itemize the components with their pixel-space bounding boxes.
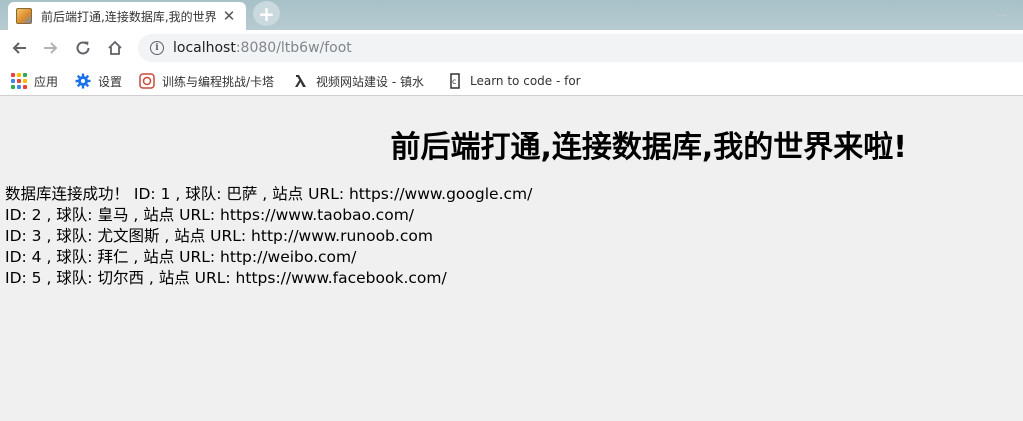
home-button[interactable] [104, 37, 126, 59]
bookmark-label: 视频网站建设 - 镇水 [316, 74, 424, 89]
bookmark-video-site[interactable]: 视频网站建设 - 镇水 [293, 72, 432, 90]
bookmark-label: Learn to code - for [470, 74, 581, 88]
address-bar[interactable]: i localhost:8080/ltb6w/foot [138, 34, 1023, 62]
apps-grid-icon [11, 73, 27, 89]
window-controls[interactable]: ... [997, 6, 1008, 19]
gear-icon [75, 73, 91, 89]
list-item: ID: 4 , 球队: 拜仁 , 站点 URL: http://weibo.co… [5, 248, 357, 266]
new-tab-button[interactable]: + [253, 1, 280, 26]
close-icon[interactable]: ✕ [220, 7, 238, 25]
home-icon [108, 40, 122, 55]
list-item: 数据库连接成功！ ID: 1 , 球队: 巴萨 , 站点 URL: https:… [5, 185, 533, 203]
info-icon[interactable]: i [150, 41, 164, 55]
bookmark-codewars[interactable]: 训练与编程挑战/卡塔 [139, 72, 274, 90]
url-host: localhost [173, 40, 236, 56]
list-item: ID: 2 , 球队: 皇马 , 站点 URL: https://www.tao… [5, 206, 415, 224]
freecodecamp-icon: c [450, 73, 460, 89]
bookmark-label: 设置 [98, 74, 123, 89]
forward-button[interactable] [40, 37, 62, 59]
bookmark-apps[interactable]: 应用 [11, 72, 58, 90]
browser-tab[interactable]: 前后端打通,连接数据库,我的世界 ✕ [8, 2, 246, 30]
result-list: 数据库连接成功！ ID: 1 , 球队: 巴萨 , 站点 URL: https:… [5, 184, 532, 289]
svg-text:c: c [452, 77, 456, 86]
list-item: ID: 3 , 球队: 尤文图斯 , 站点 URL: http://www.ru… [5, 227, 433, 245]
url-text[interactable]: localhost:8080/ltb6w/foot [173, 40, 352, 56]
back-button[interactable] [8, 37, 30, 59]
page-heading: 前后端打通,连接数据库,我的世界来啦! [390, 130, 907, 165]
list-item: ID: 5 , 球队: 切尔西 , 站点 URL: https://www.fa… [5, 269, 447, 287]
arrow-left-icon [12, 42, 26, 54]
lambda-icon [295, 75, 306, 87]
bookmark-label: 训练与编程挑战/卡塔 [162, 74, 274, 89]
browser-toolbar: i localhost:8080/ltb6w/foot [0, 30, 1023, 66]
bookmarks-bar: 应用 设置 训练与编程挑战/卡塔 视频网站建设 - 镇水 c Learn to … [0, 66, 1023, 96]
bookmark-settings[interactable]: 设置 [75, 72, 122, 90]
url-path: :8080/ltb6w/foot [235, 40, 352, 56]
tab-strip: 前后端打通,连接数据库,我的世界 ✕ + ... [0, 0, 1023, 30]
tab-title: 前后端打通,连接数据库,我的世界 [41, 9, 217, 24]
reload-icon [76, 41, 90, 55]
codewars-icon [139, 73, 155, 89]
bookmark-label: 应用 [34, 74, 59, 89]
favicon-icon [16, 8, 32, 24]
reload-button[interactable] [72, 37, 94, 59]
bookmark-freecodecamp[interactable]: c Learn to code - for [447, 72, 581, 90]
arrow-right-icon [44, 42, 58, 54]
